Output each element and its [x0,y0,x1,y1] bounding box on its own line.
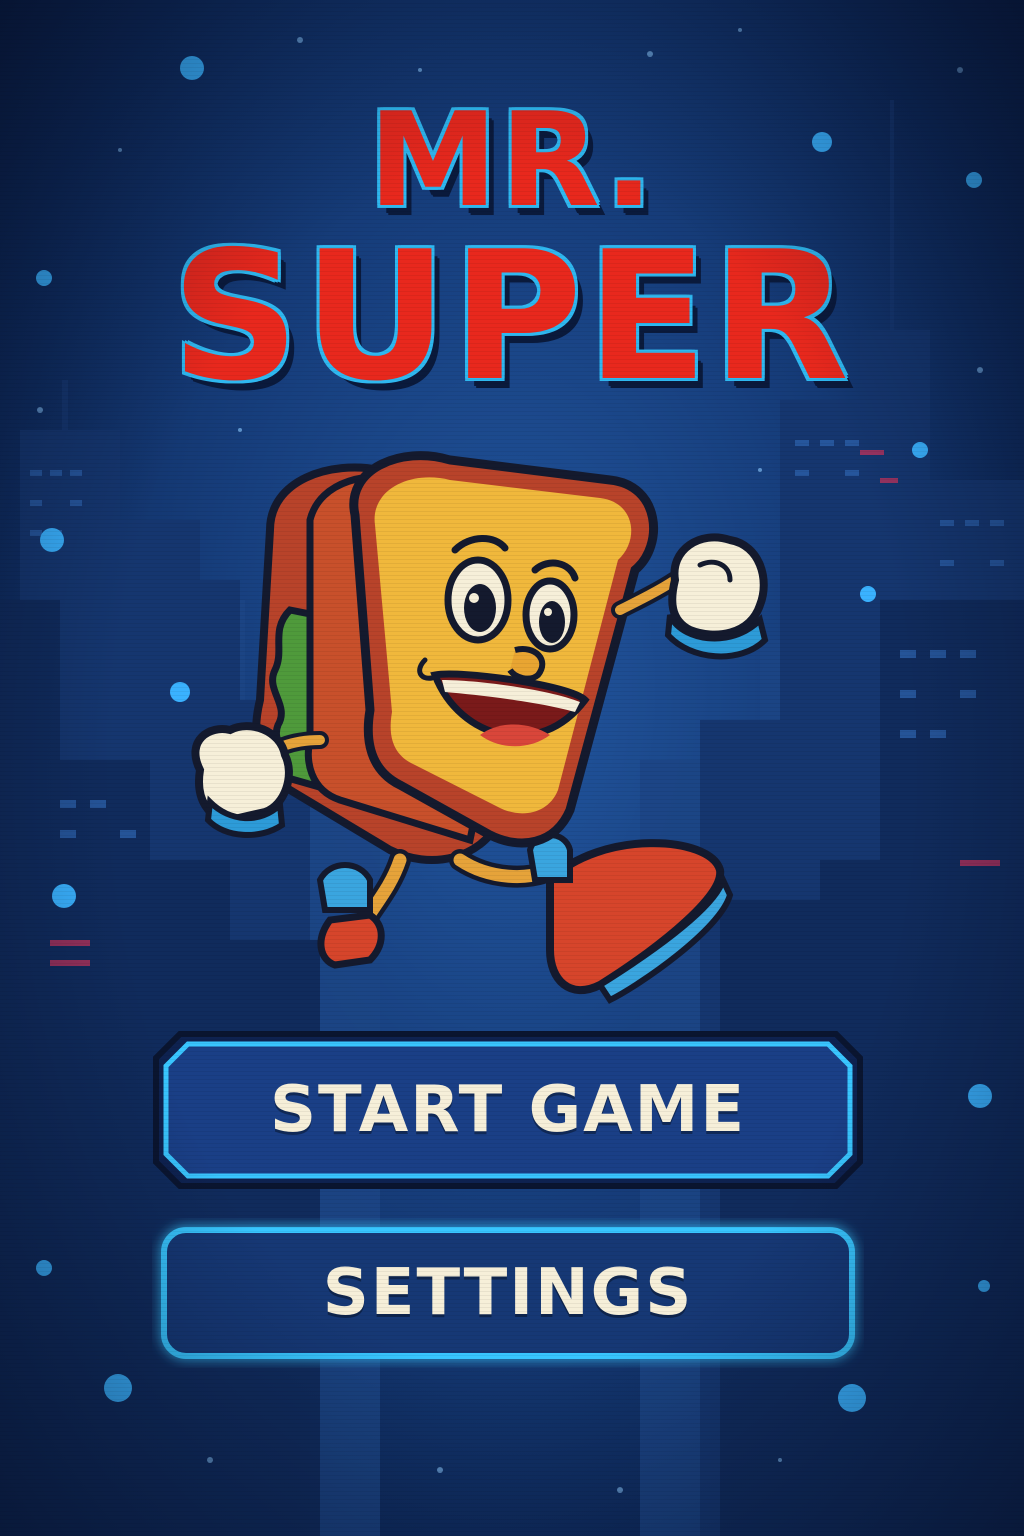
start-game-label: START GAME [269,1073,747,1147]
title-screen: MR. SUPER START GAME SETTINGS [0,0,1024,1536]
settings-button[interactable]: SETTINGS [152,1218,864,1368]
start-game-button[interactable]: START GAME [152,1030,864,1190]
game-title-line2: SUPER [171,213,853,420]
game-title-line1: MR. [368,84,656,236]
front-bread-slice [349,451,659,848]
settings-label: SETTINGS [322,1256,694,1330]
left-shoe [316,862,385,969]
sandwich-mascot-illustration [191,451,769,1004]
right-shoe [526,832,734,1004]
right-glove-fist [664,533,769,660]
left-glove [191,722,293,838]
